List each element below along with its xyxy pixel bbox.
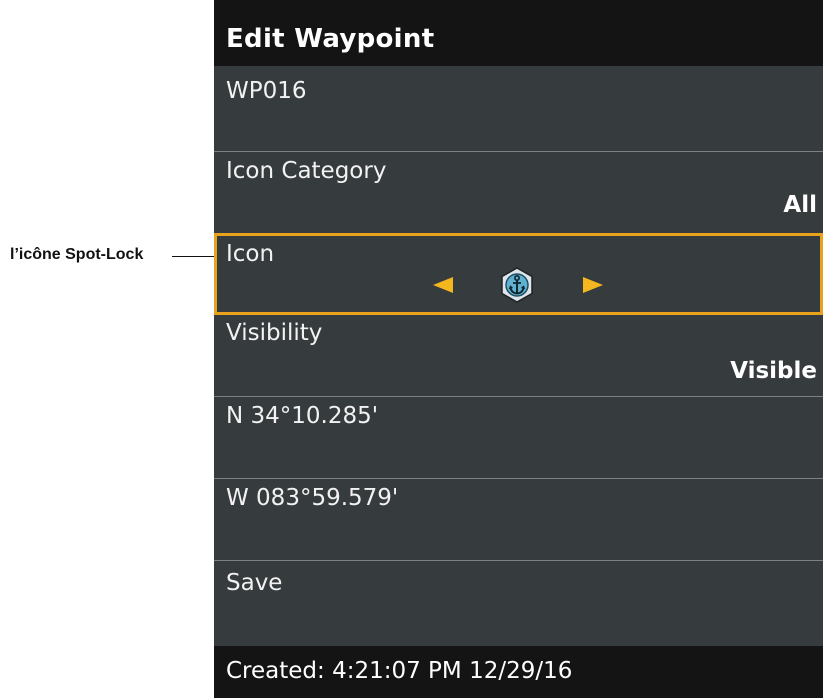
visibility-row[interactable]: Visibility Visible (214, 316, 823, 396)
latitude-value: N 34°10.285' (226, 403, 379, 429)
icon-category-label: Icon Category (226, 158, 387, 184)
icon-category-row[interactable]: Icon Category All (214, 152, 823, 232)
previous-icon-arrow[interactable] (433, 277, 453, 293)
waypoint-name-row[interactable]: WP016 (214, 74, 823, 150)
anchor-icon (499, 267, 535, 303)
created-timestamp: Created: 4:21:07 PM 12/29/16 (226, 658, 573, 684)
callout-label: l’icône Spot-Lock (10, 246, 144, 263)
status-footer: Created: 4:21:07 PM 12/29/16 (214, 646, 823, 698)
latitude-row[interactable]: N 34°10.285' (214, 397, 823, 477)
longitude-value: W 083°59.579' (226, 485, 399, 511)
callout-leader-line (172, 256, 216, 257)
icon-row[interactable]: Icon (214, 233, 823, 315)
dialog-title: Edit Waypoint (226, 24, 435, 54)
save-label: Save (226, 570, 283, 596)
edit-waypoint-dialog: Edit Waypoint WP016 Icon Category All Ic… (214, 0, 823, 698)
longitude-row[interactable]: W 083°59.579' (214, 479, 823, 559)
visibility-label: Visibility (226, 320, 323, 346)
icon-category-value: All (783, 192, 817, 218)
waypoint-name: WP016 (226, 78, 307, 104)
icon-label: Icon (226, 241, 275, 267)
visibility-value: Visible (730, 358, 817, 384)
save-button[interactable]: Save (214, 561, 823, 645)
next-icon-arrow[interactable] (583, 277, 603, 293)
title-bar: Edit Waypoint (214, 0, 823, 66)
